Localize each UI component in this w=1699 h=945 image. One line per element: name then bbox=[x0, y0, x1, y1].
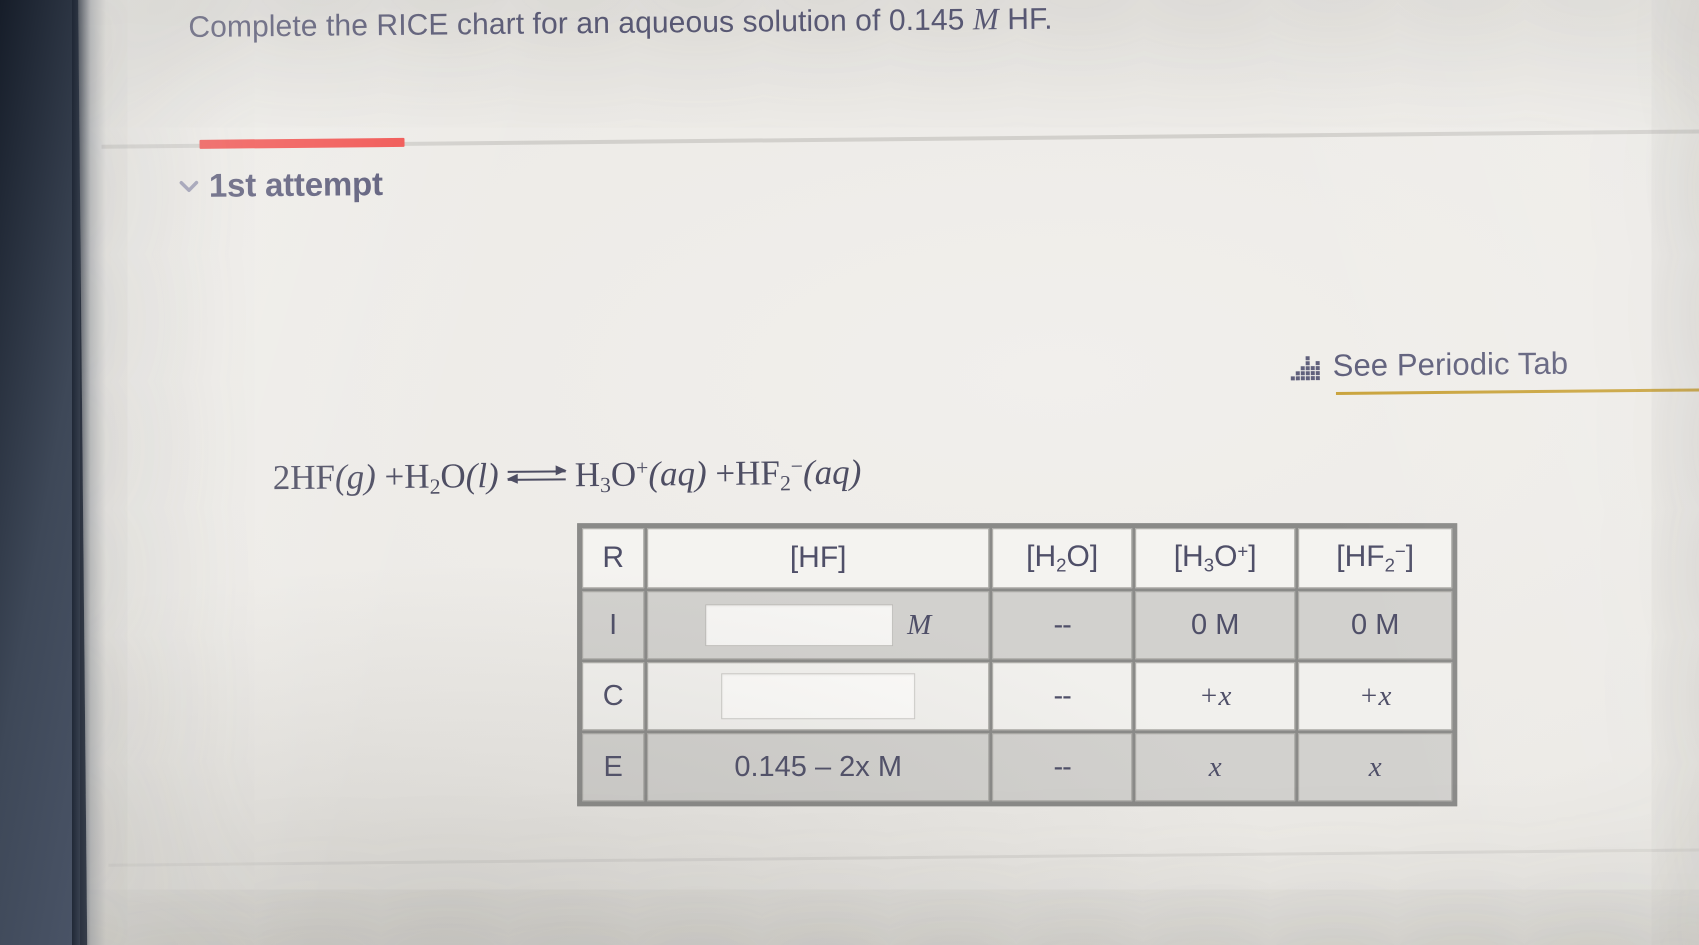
cell-c-hf bbox=[647, 662, 990, 731]
header-col-h2o: [H2O] bbox=[992, 528, 1133, 589]
cell-i-h3o: 0 M bbox=[1135, 591, 1296, 660]
cell-e-hf2: x bbox=[1298, 733, 1453, 802]
eq-reactant2-b: O bbox=[440, 456, 466, 496]
cell-e-h3o: x bbox=[1135, 733, 1296, 802]
table-row-header: R [HF] [H2O] [H3O+] [HF2−] bbox=[582, 528, 1453, 589]
prompt-species: HF. bbox=[998, 2, 1053, 37]
cell-i-h2o: -- bbox=[992, 591, 1133, 660]
cell-i-hf2: 0 M bbox=[1298, 591, 1453, 660]
hf2-a: [HF bbox=[1336, 540, 1385, 574]
screen-photo: Complete the RICE chart for an aqueous s… bbox=[0, 0, 1699, 945]
h3o-sub: 3 bbox=[1203, 554, 1215, 576]
see-periodic-table-link[interactable]: See Periodic Tab bbox=[1290, 346, 1569, 385]
input-change-hf[interactable] bbox=[721, 673, 916, 720]
eq-coefficient: 2 bbox=[272, 457, 291, 498]
cell-i-hf: M bbox=[647, 591, 990, 660]
h2o-b: O] bbox=[1066, 540, 1099, 574]
header-row-label: R bbox=[582, 528, 645, 589]
eq-reactant2: H bbox=[404, 456, 430, 496]
eq-plus-1: + bbox=[384, 456, 405, 497]
left-rail-shadow bbox=[72, 0, 106, 945]
eq-product2-sup: − bbox=[790, 454, 804, 479]
unit-initial-hf: M bbox=[907, 608, 932, 641]
chevron-down-icon[interactable] bbox=[176, 173, 202, 199]
header-col-hf: [HF] bbox=[647, 528, 990, 589]
table-row-equilibrium: E 0.145 – 2x M -- x x bbox=[582, 733, 1453, 802]
page-content: Complete the RICE chart for an aqueous s… bbox=[78, 0, 1699, 945]
eq-product1-b: O bbox=[610, 454, 637, 494]
attempt-label: 1st attempt bbox=[208, 165, 383, 204]
eq-reactant2-state: (l) bbox=[465, 455, 499, 496]
table-row-initial: I M -- 0 M 0 M bbox=[582, 591, 1453, 660]
attempt-progress-bar bbox=[199, 137, 405, 149]
table-row-change: C -- +x +x bbox=[582, 662, 1453, 731]
left-dark-rail bbox=[0, 0, 80, 945]
hf2-c: ] bbox=[1405, 540, 1415, 574]
prompt-text-before: Complete the RICE chart for an aqueous s… bbox=[188, 4, 890, 44]
cell-c-h3o: +x bbox=[1135, 662, 1296, 731]
eq-product1-state: (aq) bbox=[648, 453, 707, 494]
eq-product1: H bbox=[574, 455, 601, 495]
h3o-b: O bbox=[1214, 540, 1238, 574]
rice-chart: R [HF] [H2O] [H3O+] [HF2−] I M -- 0 M 0 … bbox=[577, 523, 1458, 807]
cell-c-h2o: -- bbox=[992, 662, 1133, 731]
input-initial-hf[interactable] bbox=[705, 604, 894, 647]
h3o-a: [H bbox=[1173, 540, 1204, 574]
eq-product2: HF bbox=[734, 453, 781, 493]
eq-product1-sub: 3 bbox=[599, 472, 612, 498]
equilibrium-arrow-icon bbox=[506, 465, 567, 489]
h3o-sup: + bbox=[1237, 540, 1249, 562]
header-col-h3o: [H3O+] bbox=[1135, 528, 1296, 589]
chemical-equation: 2HF(g) +H2O(l) H3O+(aq) +HF2−(aq) bbox=[272, 452, 862, 500]
eq-product2-state: (aq) bbox=[802, 452, 862, 493]
hf2-sub: 2 bbox=[1384, 554, 1395, 576]
rice-table: R [HF] [H2O] [H3O+] [HF2−] I M -- 0 M 0 … bbox=[577, 523, 1458, 807]
page-title: Complete the RICE chart for an aqueous s… bbox=[188, 0, 1488, 45]
row-label-i: I bbox=[582, 591, 645, 660]
h3o-c: ] bbox=[1248, 540, 1257, 574]
see-periodic-table-label: See Periodic Tab bbox=[1332, 345, 1569, 383]
periodic-table-icon bbox=[1290, 354, 1324, 384]
eq-reactant2-sub: 2 bbox=[429, 474, 441, 499]
prompt-value: 0.145 bbox=[888, 3, 965, 38]
row-label-c: C bbox=[582, 662, 645, 731]
h2o-sub: 2 bbox=[1056, 554, 1067, 576]
bottom-divider bbox=[108, 847, 1699, 867]
cell-e-hf: 0.145 – 2x M bbox=[647, 733, 990, 802]
eq-reactant1: HF bbox=[290, 457, 336, 497]
eq-product2-sub: 2 bbox=[779, 471, 791, 496]
row-label-e: E bbox=[582, 733, 645, 802]
eq-product1-sup: + bbox=[635, 455, 649, 480]
page-surface: Complete the RICE chart for an aqueous s… bbox=[78, 0, 1699, 945]
h2o-a: [H bbox=[1026, 540, 1057, 574]
eq-reactant1-state: (g) bbox=[334, 457, 376, 497]
header-col-hf2: [HF2−] bbox=[1298, 528, 1453, 589]
prompt-unit: M bbox=[972, 1, 999, 37]
periodic-link-underline bbox=[1335, 387, 1699, 395]
attempt-header[interactable]: 1st attempt bbox=[176, 165, 383, 205]
eq-plus-2: + bbox=[715, 453, 736, 493]
hf2-sup: − bbox=[1394, 540, 1406, 562]
cell-c-hf2: +x bbox=[1298, 662, 1453, 731]
cell-e-h2o: -- bbox=[992, 733, 1133, 802]
